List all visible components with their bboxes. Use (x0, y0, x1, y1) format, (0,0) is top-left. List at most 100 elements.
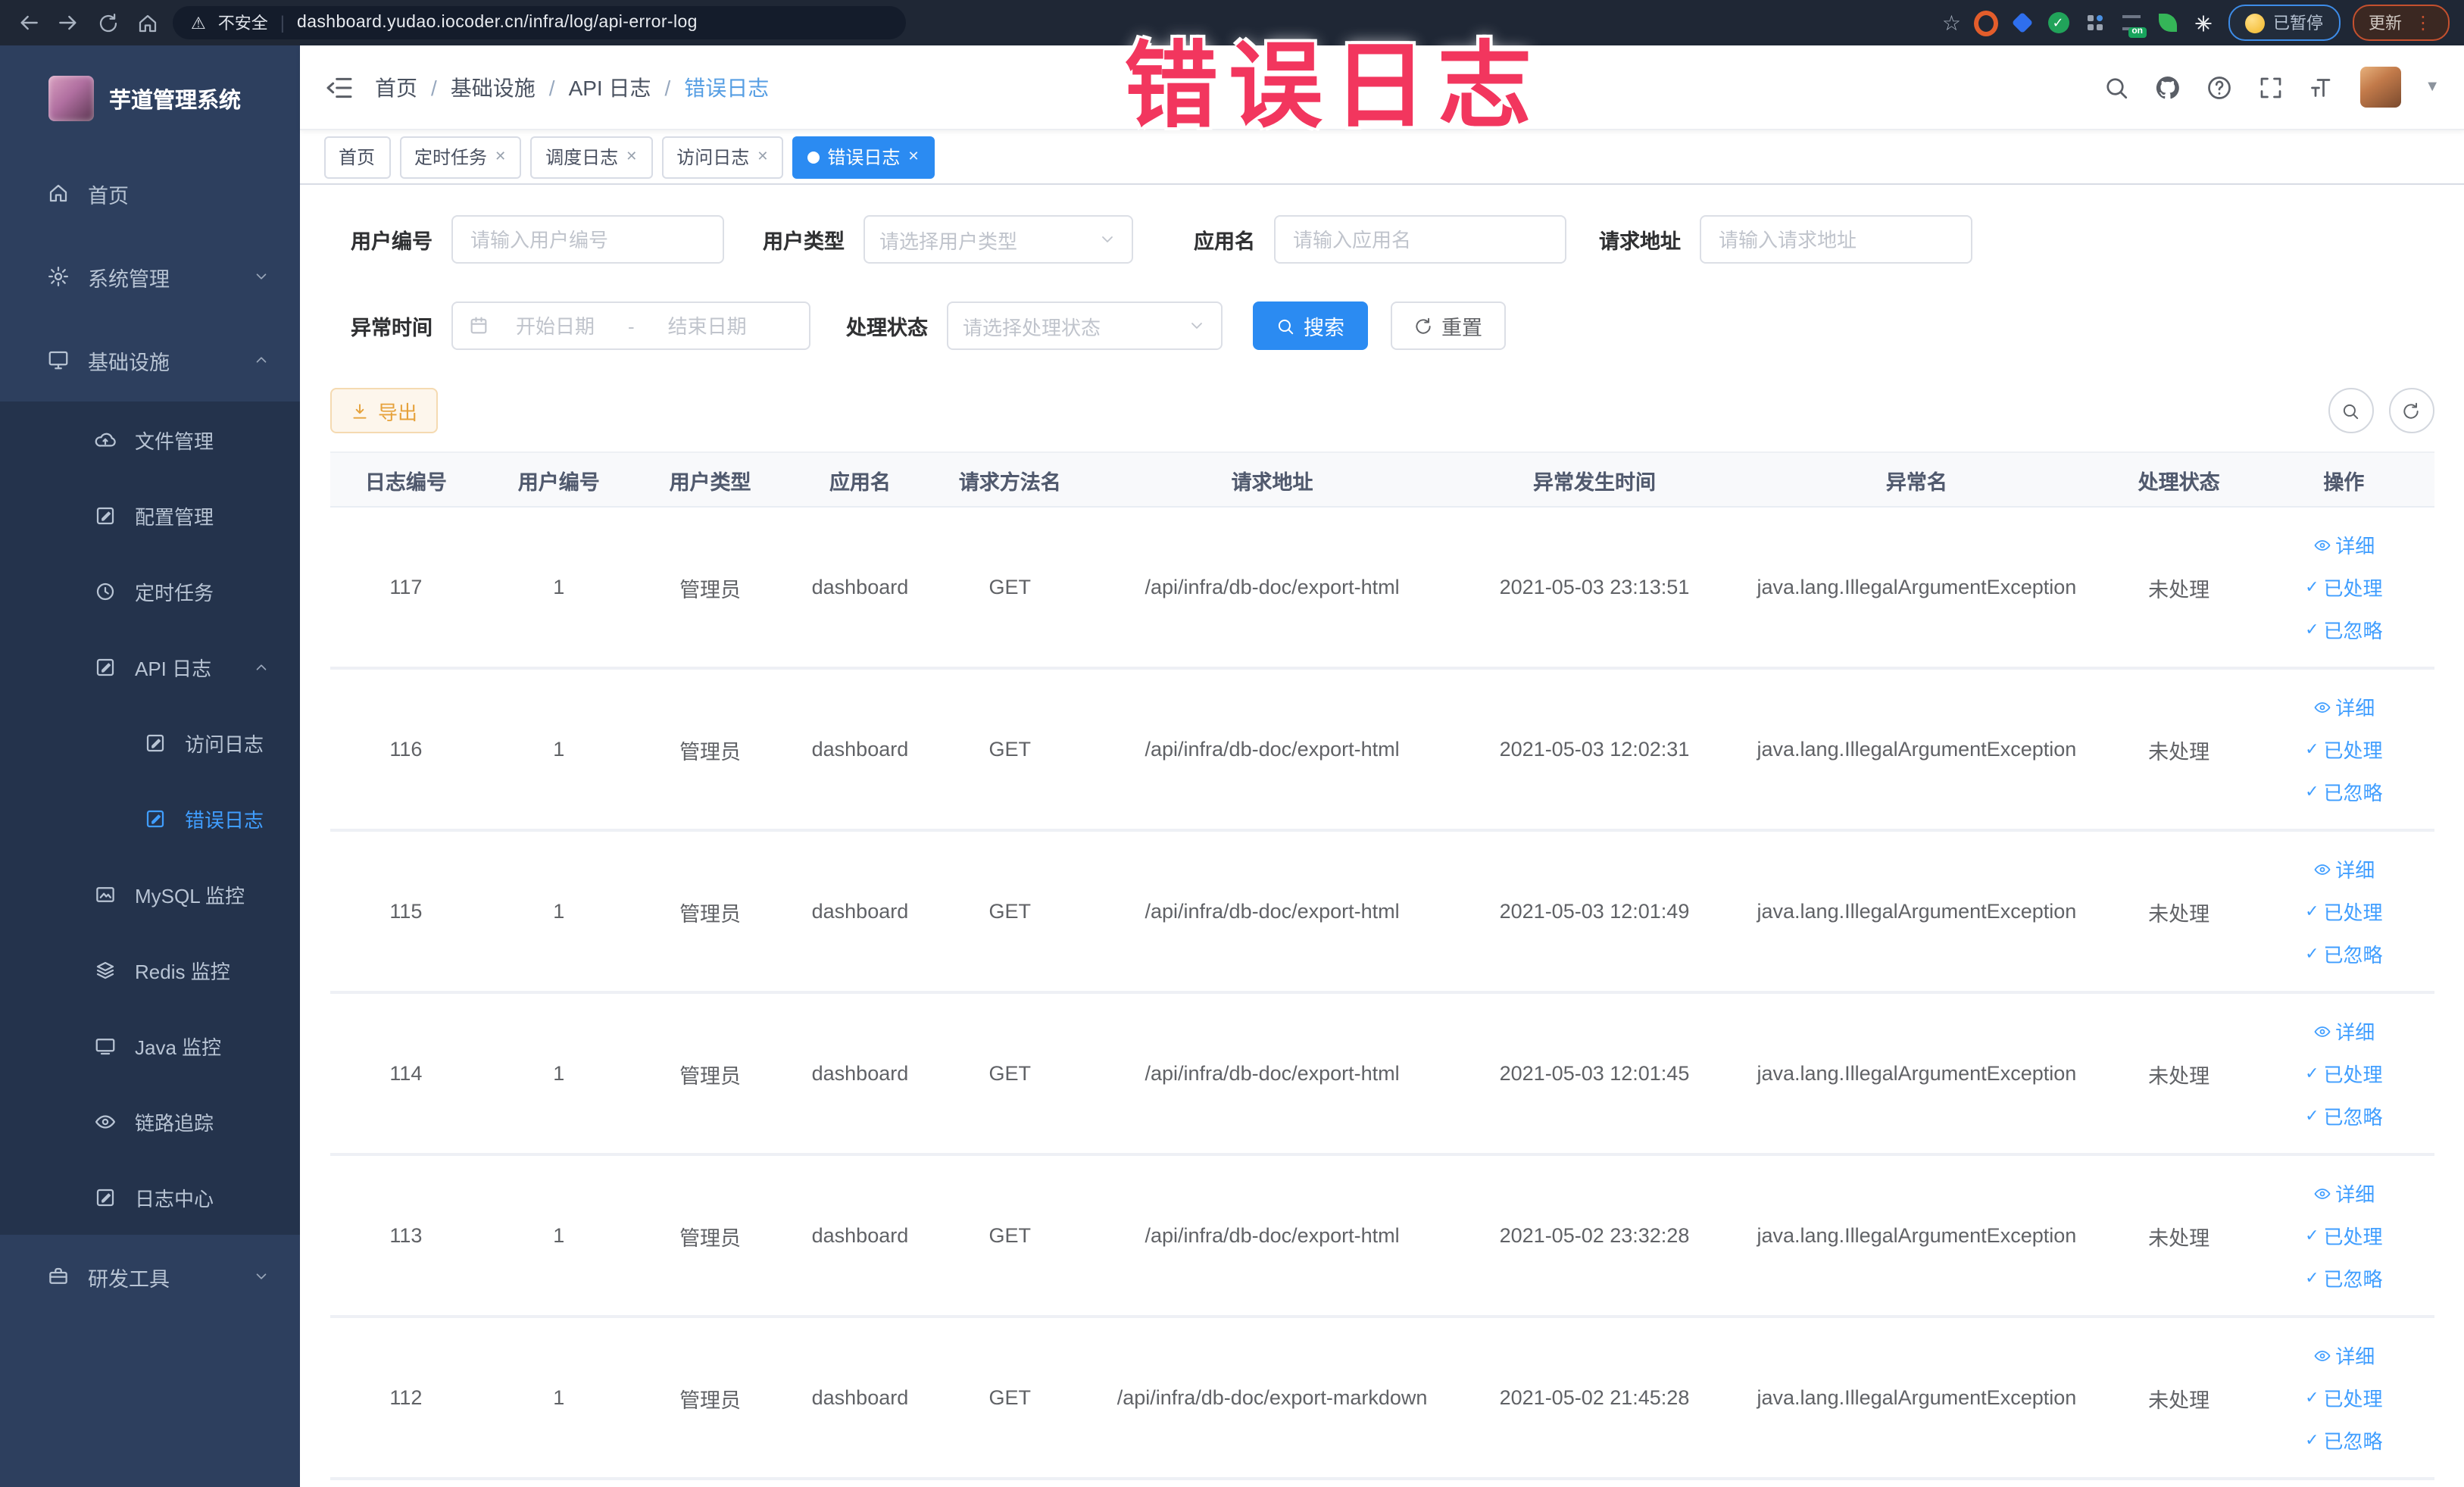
sidebar-item-file-management[interactable]: 文件管理 (0, 401, 299, 477)
mark-processed-link[interactable]: ✓ 已处理 (2305, 1221, 2382, 1250)
search-icon[interactable] (2102, 73, 2129, 101)
emoji-face-icon (2244, 13, 2264, 33)
tab-schedule-logs[interactable]: 调度日志 ✕ (530, 136, 653, 178)
user-menu-caret-icon[interactable]: ▼ (2425, 79, 2440, 95)
sidebar-item-scheduled-tasks[interactable]: 定时任务 (0, 553, 299, 629)
active-tab-dot (807, 151, 820, 163)
mark-ignored-link[interactable]: ✓ 已忽略 (2305, 777, 2382, 806)
detail-link[interactable]: 详细 (2313, 854, 2375, 883)
sidebar-item-mysql-monitor[interactable]: MySQL 监控 (0, 856, 299, 932)
browser-reload-icon[interactable] (94, 9, 121, 36)
close-icon[interactable]: ✕ (757, 148, 768, 165)
mark-processed-link[interactable]: ✓ 已处理 (2305, 897, 2382, 926)
mark-processed-link[interactable]: ✓ 已处理 (2305, 573, 2382, 601)
check-icon: ✓ (2305, 1065, 2319, 1083)
extension-leaf-icon[interactable] (2155, 11, 2179, 35)
close-icon[interactable]: ✕ (907, 148, 919, 165)
sidebar-item-dev-tools[interactable]: 研发工具 (0, 1235, 299, 1318)
extension-green-check-icon[interactable]: ✓ (2046, 11, 2070, 35)
mark-ignored-link[interactable]: ✓ 已忽略 (2305, 1426, 2382, 1454)
fullscreen-icon[interactable] (2256, 73, 2284, 101)
extension-vpn-on-icon[interactable]: on (2119, 11, 2146, 38)
mark-processed-link[interactable]: ✓ 已处理 (2305, 1059, 2382, 1088)
sidebar-item-java-monitor[interactable]: Java 监控 (0, 1007, 299, 1083)
breadcrumb-separator: / (664, 75, 671, 99)
extension-grid-icon[interactable] (2082, 11, 2106, 35)
sidebar-item-error-logs[interactable]: 错误日志 (0, 780, 299, 856)
breadcrumb-home[interactable]: 首页 (375, 72, 417, 102)
content: 用户编号 用户类型 请选择用户类型 应用名 请求地址 (299, 185, 2464, 1487)
sidebar-item-log-center[interactable]: 日志中心 (0, 1159, 299, 1235)
request-url-field[interactable] (1699, 215, 1972, 264)
close-icon[interactable]: ✕ (495, 148, 506, 165)
address-bar[interactable]: ⚠ 不安全 | dashboard.yudao.iocoder.cn/infra… (173, 6, 906, 39)
mark-ignored-link[interactable]: ✓ 已忽略 (2305, 1264, 2382, 1292)
request-url-input[interactable] (1716, 226, 1955, 252)
security-warning-icon: ⚠ (191, 14, 206, 33)
sidebar-item-system-management[interactable]: 系统管理 (0, 235, 299, 318)
detail-link[interactable]: 详细 (2313, 1341, 2375, 1370)
mark-ignored-link[interactable]: ✓ 已忽略 (2305, 615, 2382, 644)
browser-home-icon[interactable] (133, 9, 161, 36)
tab-home[interactable]: 首页 (323, 136, 391, 178)
mark-processed-link[interactable]: ✓ 已处理 (2305, 735, 2382, 764)
eye-icon (95, 1114, 115, 1128)
eye-icon (2313, 701, 2330, 712)
exception-time-range[interactable]: - (451, 301, 810, 350)
reset-button[interactable]: 重置 (1390, 301, 1505, 350)
breadcrumb-infrastructure[interactable]: 基础设施 (451, 72, 536, 102)
chevron-down-icon (1191, 323, 1201, 329)
detail-link[interactable]: 详细 (2313, 692, 2375, 721)
mark-ignored-link[interactable]: ✓ 已忽略 (2305, 939, 2382, 968)
user-avatar[interactable] (2359, 67, 2401, 108)
font-size-icon[interactable] (2308, 73, 2335, 101)
paused-badge[interactable]: 已暂停 (2228, 5, 2340, 41)
app-name-field[interactable] (1273, 215, 1566, 264)
mark-processed-link[interactable]: ✓ 已处理 (2305, 1383, 2382, 1412)
check-icon: ✓ (2305, 903, 2319, 921)
sidebar-item-access-logs[interactable]: 访问日志 (0, 704, 299, 780)
check-icon: ✓ (2305, 1270, 2319, 1288)
browser-menu-icon[interactable]: ⋮ (2414, 12, 2432, 33)
export-button[interactable]: 导出 (329, 388, 438, 433)
mark-ignored-link[interactable]: ✓ 已忽略 (2305, 1101, 2382, 1130)
user-id-input[interactable] (467, 226, 707, 252)
user-type-select[interactable]: 请选择用户类型 (863, 215, 1132, 264)
sidebar-item-home[interactable]: 首页 (0, 152, 299, 235)
user-id-field[interactable] (451, 215, 723, 264)
process-status-select[interactable]: 请选择处理状态 (946, 301, 1222, 350)
toggle-search-button[interactable] (2328, 388, 2373, 433)
bookmark-star-icon[interactable]: ☆ (1942, 10, 1961, 36)
log-edit-icon (146, 809, 164, 827)
extension-pin-icon[interactable] (2191, 11, 2216, 35)
search-button[interactable]: 搜索 (1252, 301, 1367, 350)
hamburger-icon[interactable] (323, 72, 354, 102)
browser-back-icon[interactable] (15, 9, 42, 36)
sidebar-item-tracing[interactable]: 链路追踪 (0, 1083, 299, 1159)
breadcrumb-api-logs[interactable]: API 日志 (569, 72, 651, 102)
detail-link[interactable]: 详细 (2313, 1179, 2375, 1207)
extension-orange-icon[interactable] (1973, 10, 1997, 36)
sidebar-item-api-logs[interactable]: API 日志 (0, 629, 299, 704)
start-date-input[interactable] (498, 313, 613, 339)
toolbox-icon (49, 1267, 67, 1284)
app-logo[interactable]: 芋道管理系统 (0, 45, 299, 152)
github-icon[interactable] (2153, 73, 2181, 101)
tab-scheduled-tasks[interactable]: 定时任务 ✕ (399, 136, 522, 178)
app-name-input[interactable] (1290, 226, 1549, 252)
close-icon[interactable]: ✕ (626, 148, 637, 165)
sidebar-item-infrastructure[interactable]: 基础设施 (0, 318, 299, 401)
update-button[interactable]: 更新 ⋮ (2352, 5, 2449, 41)
refresh-table-button[interactable] (2388, 388, 2434, 433)
browser-forward-icon[interactable] (55, 9, 82, 36)
detail-link[interactable]: 详细 (2313, 530, 2375, 559)
sidebar-item-config-management[interactable]: 配置管理 (0, 477, 299, 553)
tab-access-logs[interactable]: 访问日志 ✕ (661, 136, 784, 178)
end-date-input[interactable] (649, 313, 765, 339)
tab-error-logs[interactable]: 错误日志 ✕ (792, 136, 935, 178)
check-icon: ✓ (2305, 579, 2319, 597)
extension-blue-icon[interactable] (2010, 11, 2034, 35)
detail-link[interactable]: 详细 (2313, 1017, 2375, 1045)
sidebar-item-redis-monitor[interactable]: Redis 监控 (0, 932, 299, 1007)
help-icon[interactable] (2205, 73, 2232, 101)
